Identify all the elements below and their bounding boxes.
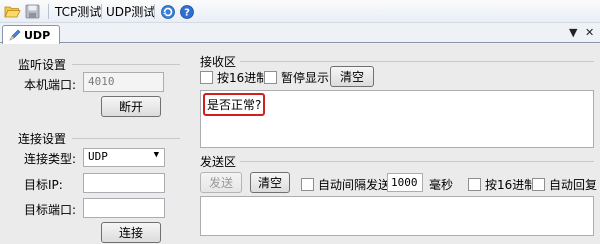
- milliseconds-label: 毫秒: [429, 178, 454, 192]
- local-port-label: 本机端口:: [24, 78, 77, 92]
- checkbox-box: [301, 178, 314, 191]
- receive-textarea[interactable]: 是否正常?: [200, 90, 594, 148]
- open-folder-icon[interactable]: [4, 3, 21, 20]
- checkbox-box: [200, 71, 213, 84]
- svg-text:?: ?: [184, 7, 190, 18]
- auto-reply-checkbox[interactable]: 自动回复: [532, 176, 597, 193]
- disconnect-button[interactable]: 断开: [101, 96, 161, 117]
- send-area-title: 发送区: [200, 155, 237, 169]
- checkbox-box: [264, 71, 277, 84]
- receive-clear-button[interactable]: 清空: [330, 66, 374, 87]
- target-ip-input[interactable]: [83, 173, 165, 193]
- tab-label: UDP: [24, 28, 51, 42]
- send-hex-checkbox[interactable]: 按16进制: [468, 176, 536, 193]
- tab-pencil-icon: [9, 29, 21, 41]
- target-port-input[interactable]: [83, 198, 165, 218]
- connect-settings-title: 连接设置: [18, 132, 67, 146]
- pause-display-label: 暂停显示: [281, 71, 330, 85]
- received-message: 是否正常?: [203, 93, 266, 116]
- connection-type-value: UDP: [88, 150, 108, 163]
- auto-interval-label: 自动间隔发送: [318, 178, 391, 192]
- send-hex-label: 按16进制: [485, 178, 537, 192]
- toolbar-separator: [101, 4, 102, 19]
- chevron-down-icon: ▼: [153, 150, 159, 160]
- connection-type-label: 连接类型:: [24, 152, 77, 166]
- listen-settings-title: 监听设置: [18, 58, 67, 72]
- pause-display-checkbox[interactable]: 暂停显示: [264, 69, 329, 86]
- tab-udp[interactable]: UDP: [2, 25, 60, 44]
- main-area: 监听设置 本机端口: 4010 断开 连接设置 连接类型: UDP ▼ 目标IP…: [0, 44, 600, 244]
- checkbox-box: [532, 178, 545, 191]
- send-textarea[interactable]: [200, 196, 594, 236]
- target-ip-label: 目标IP:: [24, 178, 63, 192]
- listen-group-line: [72, 64, 180, 65]
- connection-type-select[interactable]: UDP ▼: [83, 148, 165, 167]
- target-port-label: 目标端口:: [24, 203, 77, 217]
- udp-test-button[interactable]: UDP测试: [106, 3, 155, 20]
- send-clear-button[interactable]: 清空: [250, 172, 290, 193]
- auto-interval-checkbox[interactable]: 自动间隔发送: [301, 176, 390, 193]
- receive-group-line: [240, 61, 594, 62]
- udp-test-label: UDP测试: [106, 5, 156, 19]
- receive-hex-checkbox[interactable]: 按16进制: [200, 69, 268, 86]
- help-icon[interactable]: ?: [179, 3, 195, 20]
- tcp-test-label: TCP测试: [55, 5, 102, 19]
- receive-area-title: 接收区: [200, 55, 237, 69]
- send-group-line: [240, 161, 594, 162]
- right-panel: 接收区 按16进制 暂停显示 清空 是否正常? 发送区 发送 清空 自动间隔发送…: [194, 44, 600, 244]
- toolbar: TCP测试 UDP测试 ?: [0, 0, 600, 23]
- toolbar-separator: [48, 4, 49, 19]
- auto-reply-label: 自动回复: [549, 178, 598, 192]
- checkbox-box: [468, 178, 481, 191]
- receive-hex-label: 按16进制: [217, 71, 269, 85]
- interval-input[interactable]: 1000: [387, 173, 423, 192]
- save-icon[interactable]: [25, 3, 40, 20]
- connect-button[interactable]: 连接: [101, 222, 161, 243]
- tab-strip: UDP ▼ ✕: [0, 23, 600, 44]
- refresh-icon[interactable]: [160, 3, 176, 20]
- connect-group-line: [72, 138, 180, 139]
- toolbar-separator: [154, 4, 155, 19]
- close-tab-icon[interactable]: ✕: [585, 26, 594, 39]
- send-button[interactable]: 发送: [200, 172, 242, 193]
- local-port-input[interactable]: 4010: [83, 72, 164, 92]
- tcp-test-button[interactable]: TCP测试: [55, 3, 101, 20]
- tab-list-dropdown-icon[interactable]: ▼: [569, 26, 577, 39]
